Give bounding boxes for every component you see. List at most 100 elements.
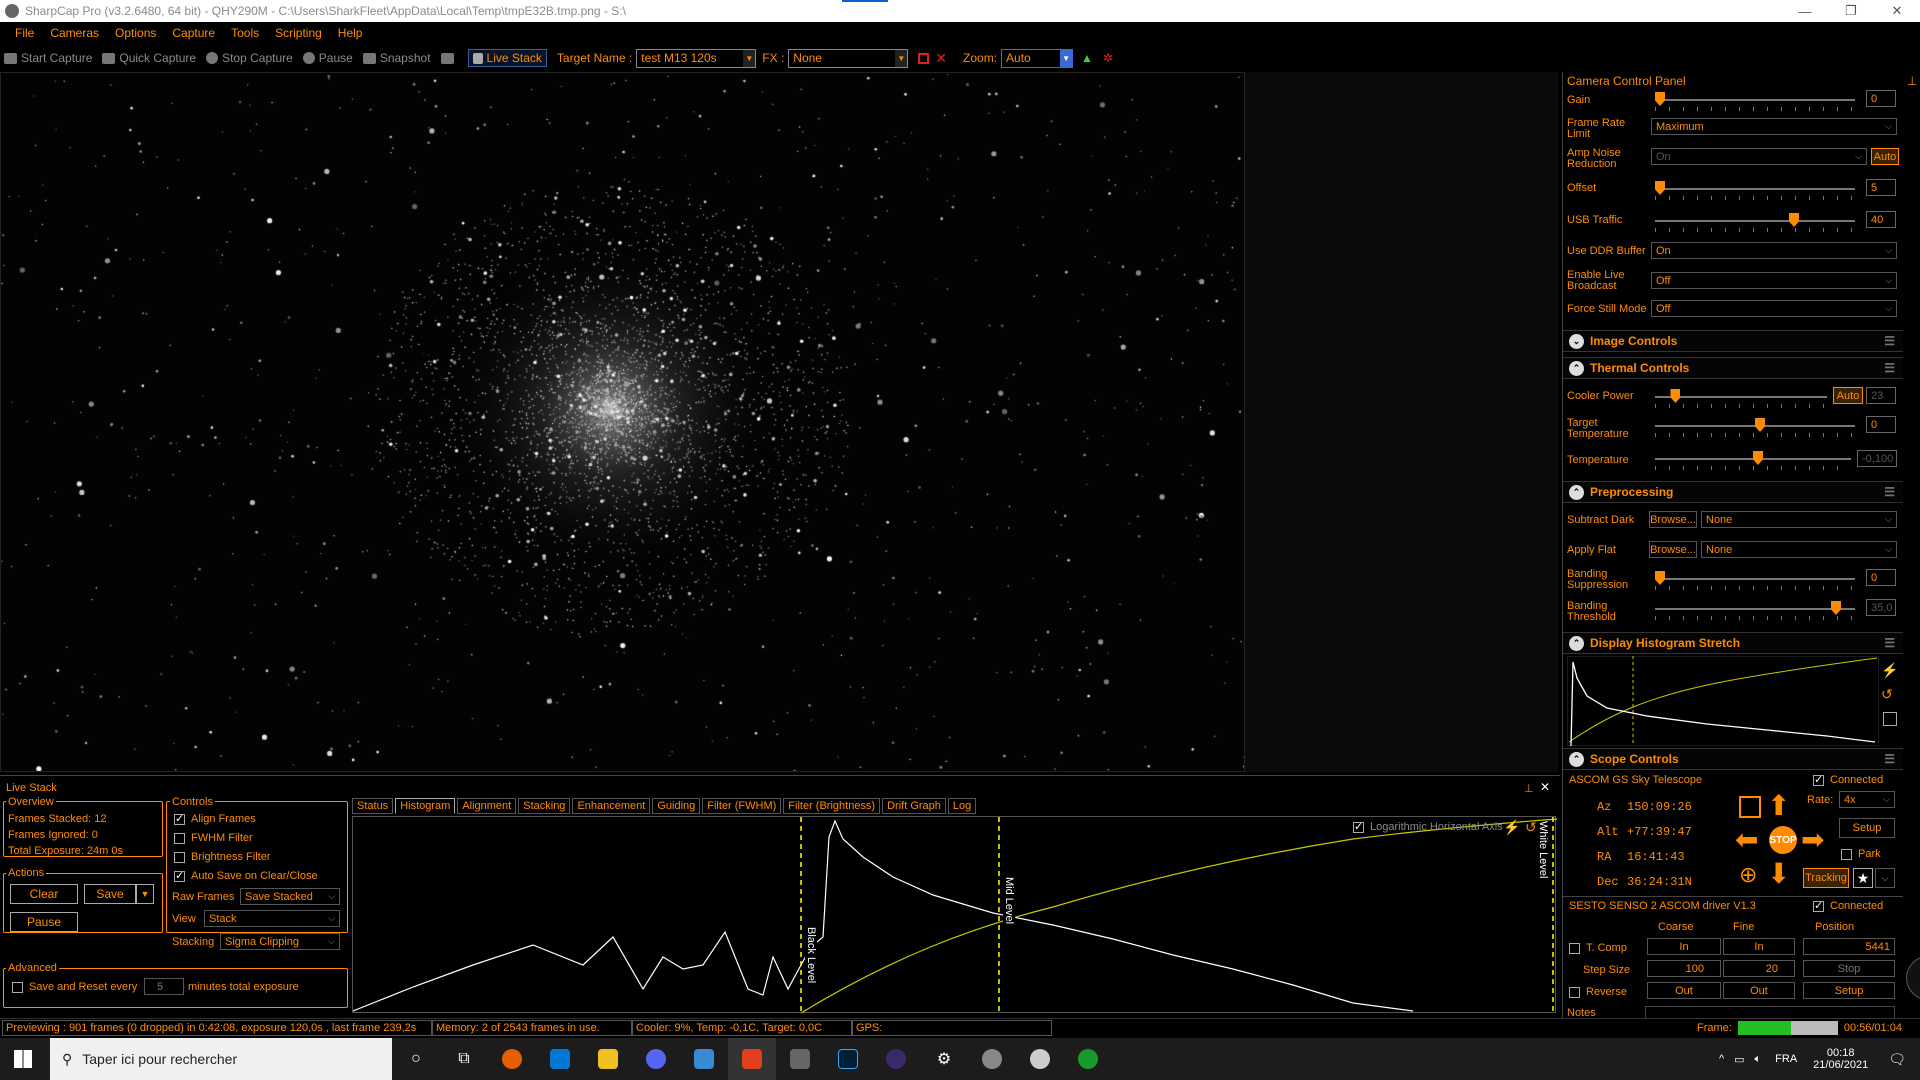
usb-traffic-value[interactable]: 40 — [1866, 211, 1896, 228]
north-arrow-icon[interactable]: ⬆ — [1767, 792, 1790, 820]
stellarium-icon[interactable] — [872, 1038, 920, 1080]
menu-icon[interactable]: ☰ — [1884, 334, 1895, 348]
save-reset-checkbox[interactable] — [12, 981, 23, 993]
slider-thumb[interactable] — [1655, 571, 1665, 585]
histogram-icon[interactable]: ▲ — [1081, 51, 1093, 65]
brightness-filter-checkbox[interactable] — [174, 851, 185, 863]
file-explorer-icon[interactable] — [584, 1038, 632, 1080]
reset-icon[interactable]: ↺ — [1525, 819, 1537, 836]
display-histogram-header[interactable]: ⌃ Display Histogram Stretch ☰ — [1563, 632, 1903, 654]
subtract-dark-browse-button[interactable]: Browse... — [1649, 511, 1697, 528]
force-still-select[interactable]: Off ⌵ — [1651, 300, 1897, 317]
task-view-icon[interactable]: ⧉ — [440, 1038, 488, 1080]
reverse-control[interactable]: Reverse — [1569, 986, 1627, 998]
tab-log[interactable]: Log — [947, 798, 977, 814]
menu-icon[interactable]: ☰ — [1884, 636, 1895, 650]
target-icon[interactable]: ⊕ — [1739, 864, 1757, 886]
lightning-icon[interactable]: ⚡ — [1881, 662, 1898, 679]
apply-flat-browse-button[interactable]: Browse... — [1649, 541, 1697, 558]
stop-slew-button[interactable]: STOP — [1769, 826, 1797, 854]
image-viewer[interactable] — [0, 72, 1245, 772]
live-stack-button[interactable]: Live Stack — [467, 49, 547, 67]
preprocessing-header[interactable]: ⌃ Preprocessing ☰ — [1563, 481, 1903, 503]
live-broadcast-select[interactable]: Off ⌵ — [1651, 272, 1897, 289]
slider-thumb[interactable] — [1670, 389, 1681, 403]
discord-icon[interactable] — [632, 1038, 680, 1080]
chevron-down-icon[interactable]: ▼ — [743, 49, 756, 67]
language-indicator[interactable]: FRA — [1775, 1053, 1797, 1065]
chevron-down-icon[interactable]: ▼ — [1060, 49, 1073, 67]
tracking-button[interactable]: Tracking — [1803, 868, 1849, 888]
fine-step-input[interactable]: 20 — [1723, 960, 1795, 977]
menu-tools[interactable]: Tools — [231, 26, 259, 40]
fx-select[interactable]: None ▼ — [788, 48, 909, 68]
chevron-up-icon[interactable]: ^ — [1719, 1053, 1724, 1065]
magnifier-app-icon[interactable] — [680, 1038, 728, 1080]
target-temp-value[interactable]: 0 — [1866, 416, 1896, 433]
snapshot-button[interactable]: Snapshot — [362, 51, 431, 65]
reset-icon[interactable]: ↺ — [1881, 686, 1893, 703]
save-dropdown-button[interactable]: ▼ — [136, 884, 154, 904]
target-name-input[interactable]: test M13 120s ▼ — [636, 48, 757, 68]
scope-setup-button[interactable]: Setup — [1839, 818, 1895, 838]
log-axis-control[interactable]: Logarithmic Horizontal Axis — [1353, 820, 1503, 833]
minutes-input[interactable]: 5 — [144, 978, 184, 995]
cortana-icon[interactable]: ○ — [392, 1038, 440, 1080]
ddr-buffer-select[interactable]: On ⌵ — [1651, 242, 1897, 259]
scope-connected-checkbox[interactable] — [1813, 773, 1824, 786]
focuser-connected[interactable]: Connected — [1813, 899, 1883, 912]
record-icon[interactable] — [918, 52, 930, 64]
target-temp-slider[interactable] — [1655, 418, 1855, 432]
network-icon[interactable]: ▭ — [1734, 1053, 1744, 1066]
taskbar-search[interactable]: ⚲ Taper ici pour rechercher — [50, 1038, 392, 1080]
tcomp-control[interactable]: T. Comp — [1569, 942, 1627, 954]
focuser-stop-button[interactable]: Stop — [1803, 960, 1895, 977]
focus-target-icon[interactable]: ✲ — [1103, 51, 1113, 65]
sharpcap-icon[interactable] — [728, 1038, 776, 1080]
brightness-filter-control[interactable]: Brightness Filter — [174, 851, 270, 863]
focuser-setup-button[interactable]: Setup — [1803, 982, 1895, 999]
menu-icon[interactable]: ☰ — [1884, 752, 1895, 766]
coarse-out-button[interactable]: Out — [1647, 982, 1721, 999]
pin-icon[interactable]: ⊥ — [1524, 782, 1534, 795]
west-arrow-icon[interactable]: ⬅ — [1735, 826, 1758, 854]
slider-thumb[interactable] — [1789, 213, 1799, 227]
photoshop-icon[interactable] — [824, 1038, 872, 1080]
live-pause-button[interactable]: Pause — [10, 912, 78, 932]
pause-button[interactable]: Pause — [302, 51, 353, 65]
histogram-plot[interactable] — [353, 817, 1557, 1014]
cooler-power-slider[interactable] — [1655, 389, 1827, 403]
slider-thumb[interactable] — [1655, 181, 1665, 195]
east-arrow-icon[interactable]: ➡ — [1801, 826, 1824, 854]
sync-icon[interactable] — [1739, 796, 1761, 818]
clock[interactable]: 00:18 21/06/2021 — [1813, 1047, 1868, 1071]
focuser-connected-checkbox[interactable] — [1813, 899, 1824, 912]
app-moon-icon[interactable] — [968, 1038, 1016, 1080]
align-frames-control[interactable]: Align Frames — [174, 812, 256, 825]
auto-save-checkbox[interactable] — [174, 869, 185, 882]
menu-options[interactable]: Options — [115, 26, 156, 40]
chevron-down-icon[interactable]: ⌵ — [1875, 868, 1895, 888]
tab-filter-brightness[interactable]: Filter (Brightness) — [783, 798, 881, 814]
star-icon[interactable]: ★ — [1853, 868, 1873, 888]
save-button[interactable]: Save — [84, 884, 136, 904]
menu-icon[interactable]: ☰ — [1884, 361, 1895, 375]
pin-icon[interactable]: ⊥ — [1907, 74, 1917, 88]
fine-in-button[interactable]: In — [1723, 938, 1795, 955]
south-arrow-icon[interactable]: ⬇ — [1767, 860, 1790, 888]
chevron-down-icon[interactable]: ▼ — [895, 49, 908, 67]
stack-histogram[interactable]: Black Level Mid Level White Level Logari… — [352, 816, 1557, 1014]
restore-button[interactable]: ❐ — [1828, 0, 1874, 22]
quick-capture-button[interactable]: Quick Capture — [102, 51, 196, 65]
tab-enhancement[interactable]: Enhancement — [572, 798, 651, 814]
tab-alignment[interactable]: Alignment — [457, 798, 517, 814]
close-button[interactable]: ✕ — [1874, 0, 1920, 22]
fine-out-button[interactable]: Out — [1723, 982, 1795, 999]
raw-frames-select[interactable]: Save Stacked ⌵ — [240, 888, 340, 905]
log-axis-checkbox[interactable] — [1353, 820, 1364, 833]
notifications-icon[interactable]: 🗨︎ — [1888, 1051, 1906, 1068]
banding-threshold-value[interactable]: 35,0 — [1866, 599, 1896, 616]
lightning-icon[interactable]: ⚡ — [1503, 819, 1520, 836]
offset-slider[interactable] — [1655, 181, 1855, 195]
amp-noise-auto-button[interactable]: Auto — [1871, 148, 1899, 165]
